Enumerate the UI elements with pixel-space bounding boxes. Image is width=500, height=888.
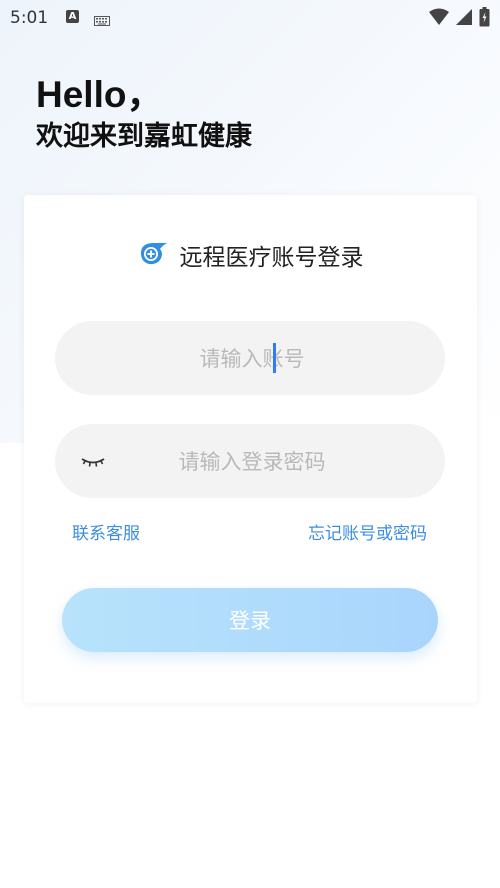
contact-service-link[interactable]: 联系客服 <box>72 519 140 544</box>
status-bar: 5:01 A <box>0 0 500 34</box>
password-input[interactable] <box>55 424 449 500</box>
card-title: 远程医疗账号登录 <box>179 245 364 271</box>
signal-icon <box>456 9 472 25</box>
keyboard-icon <box>94 11 110 30</box>
forgot-password-link[interactable]: 忘记账号或密码 <box>308 519 427 544</box>
password-field[interactable] <box>55 424 449 500</box>
account-field[interactable] <box>55 321 449 397</box>
app-logo-icon <box>138 240 168 270</box>
status-icons <box>429 7 490 27</box>
text-caret <box>273 343 276 373</box>
greeting-hello: Hello， <box>36 74 164 115</box>
battery-icon <box>479 7 490 27</box>
login-card: 远程医疗账号登录 联系客服 忘记账号或密码 登录 <box>24 195 477 703</box>
login-button[interactable]: 登录 <box>62 588 438 652</box>
account-input[interactable] <box>55 321 449 397</box>
card-header: 远程医疗账号登录 <box>24 235 477 275</box>
greeting-welcome: 欢迎来到嘉虹健康 <box>36 121 252 152</box>
wifi-icon <box>429 8 449 25</box>
status-time: 5:01 <box>10 8 49 28</box>
notification-a-icon: A <box>66 10 79 23</box>
